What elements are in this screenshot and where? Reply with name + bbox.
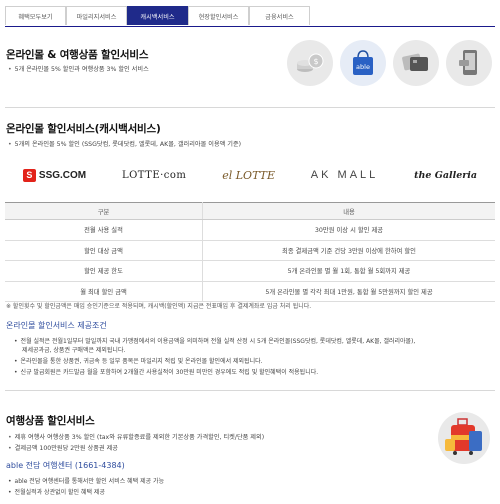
table-cell: 할인 제공 한도 bbox=[5, 260, 203, 282]
tab-mileage[interactable]: 마일리지서비스 bbox=[66, 6, 127, 25]
coins-icon: $ bbox=[287, 40, 333, 86]
table-header: 내용 bbox=[202, 202, 495, 220]
benefit-icons: $ able bbox=[287, 40, 492, 86]
section2-title: 온라인몰 할인서비스(캐시백서비스) bbox=[6, 123, 161, 135]
table-cell: 월 최대 할인 금액 bbox=[5, 281, 203, 302]
bag-label: able bbox=[356, 63, 370, 71]
table-cell: 5개 온라인몰 별 각각 최대 1만원, 통합 월 5만원까지 할인 제공 bbox=[202, 281, 495, 302]
divider bbox=[5, 107, 495, 108]
section3-bullet: 결제금액 100만원당 2만원 상품권 제공 bbox=[8, 443, 118, 452]
divider bbox=[5, 390, 495, 391]
table-row: 전월 사용 실적 30만원 이상 시 할인 제공 bbox=[5, 219, 495, 241]
ak-mall-logo: AK MALL bbox=[310, 169, 379, 181]
table-cell: 30만원 이상 시 할인 제공 bbox=[202, 219, 495, 241]
section2-bullet: 5개의 온라인몰 5% 할인 (SSG닷컴, 롯데닷컴, 엘롯데, AK몰, 갤… bbox=[8, 139, 241, 148]
tab-cashback[interactable]: 캐시백서비스 bbox=[127, 6, 188, 25]
travel-center-item: able 전담 여행센터를 통해서만 할인 서비스 혜택 제공 가능 bbox=[8, 476, 165, 485]
table-row: 월 최대 할인 금액 5개 온라인몰 별 각각 최대 1만원, 통합 월 5만원까… bbox=[5, 281, 495, 302]
condition-item-continued: 제세공과금, 상품권 구매액은 제외됩니다. bbox=[22, 347, 126, 354]
discount-table: 구분 내용 전월 사용 실적 30만원 이상 시 할인 제공 할인 대상 금액 최종… bbox=[5, 202, 495, 302]
table-cell: 할인 대상 금액 bbox=[5, 240, 203, 261]
cards-icon bbox=[393, 40, 439, 86]
section1-bullet: 5개 온라인몰 5% 할인과 여행상품 3% 할인 서비스 bbox=[8, 64, 149, 73]
condition-item: 온라인몰을 통한 상품권, 귀금속 등 일부 품목은 마일리지 적립 및 온라인… bbox=[14, 356, 263, 365]
ssg-mark-icon: S bbox=[22, 168, 36, 182]
luggage-icon bbox=[438, 412, 490, 464]
table-cell: 전월 사용 실적 bbox=[5, 219, 203, 241]
travel-center-item: 전월실적과 상관없이 할인 혜택 제공 bbox=[8, 487, 105, 496]
tab-finance[interactable]: 금융서비스 bbox=[249, 6, 310, 25]
section3-title: 여행상품 할인서비스 bbox=[6, 415, 95, 427]
section1-title: 온라인몰 & 여행상품 할인서비스 bbox=[6, 49, 149, 61]
tab-all-benefits[interactable]: 혜택모두보기 bbox=[5, 6, 66, 25]
condition-item: 신규 발급회원은 카드발급 월을 포함하여 2개월간 사용실적이 30만원 미만… bbox=[14, 367, 319, 376]
condition-item: 전월 실적은 전월1일부터 말일까지 국내 가맹점에서의 이용금액을 의미하며 … bbox=[14, 336, 416, 345]
shopping-bag-icon: able bbox=[340, 40, 386, 86]
galleria-logo: the Galleria bbox=[414, 169, 478, 181]
partner-logos: S SSG.COM LOTTE·com el LOTTE AK MALL the… bbox=[5, 160, 495, 190]
tab-bar: 혜택모두보기 마일리지서비스 캐시백서비스 현장할인서비스 금융서비스 bbox=[5, 6, 495, 27]
ssg-logo: S SSG.COM bbox=[22, 168, 86, 182]
svg-text:$: $ bbox=[313, 57, 318, 66]
smartphone-icon bbox=[446, 40, 492, 86]
lotte-com-logo: LOTTE·com bbox=[121, 169, 187, 181]
el-lotte-logo: el LOTTE bbox=[222, 168, 275, 182]
tab-onsite-discount[interactable]: 현장할인서비스 bbox=[188, 6, 249, 25]
table-header: 구분 bbox=[5, 202, 203, 220]
table-row: 할인 대상 금액 최종 결제금액 기준 건당 3만원 이상에 한하여 할인 bbox=[5, 240, 495, 261]
section3-bullet: 제휴 여행사 여행상품 3% 할인 (tax와 유류할증료를 제외한 기본상품 … bbox=[8, 432, 264, 441]
table-cell: 5개 온라인몰 별 월 1회, 통합 월 5회까지 제공 bbox=[202, 260, 495, 282]
conditions-title: 온라인몰 할인서비스 제공조건 bbox=[6, 321, 107, 330]
settlement-note: ※ 할인횟수 및 할인금액은 매입 승인기준으로 적용되며, 캐시백(할인액) … bbox=[6, 303, 312, 310]
table-row: 할인 제공 한도 5개 온라인몰 별 월 1회, 통합 월 5회까지 제공 bbox=[5, 260, 495, 282]
table-cell: 최종 결제금액 기준 건당 3만원 이상에 한하여 할인 bbox=[202, 240, 495, 261]
travel-center-title: able 전담 여행센터 (1661-4384) bbox=[6, 461, 125, 470]
